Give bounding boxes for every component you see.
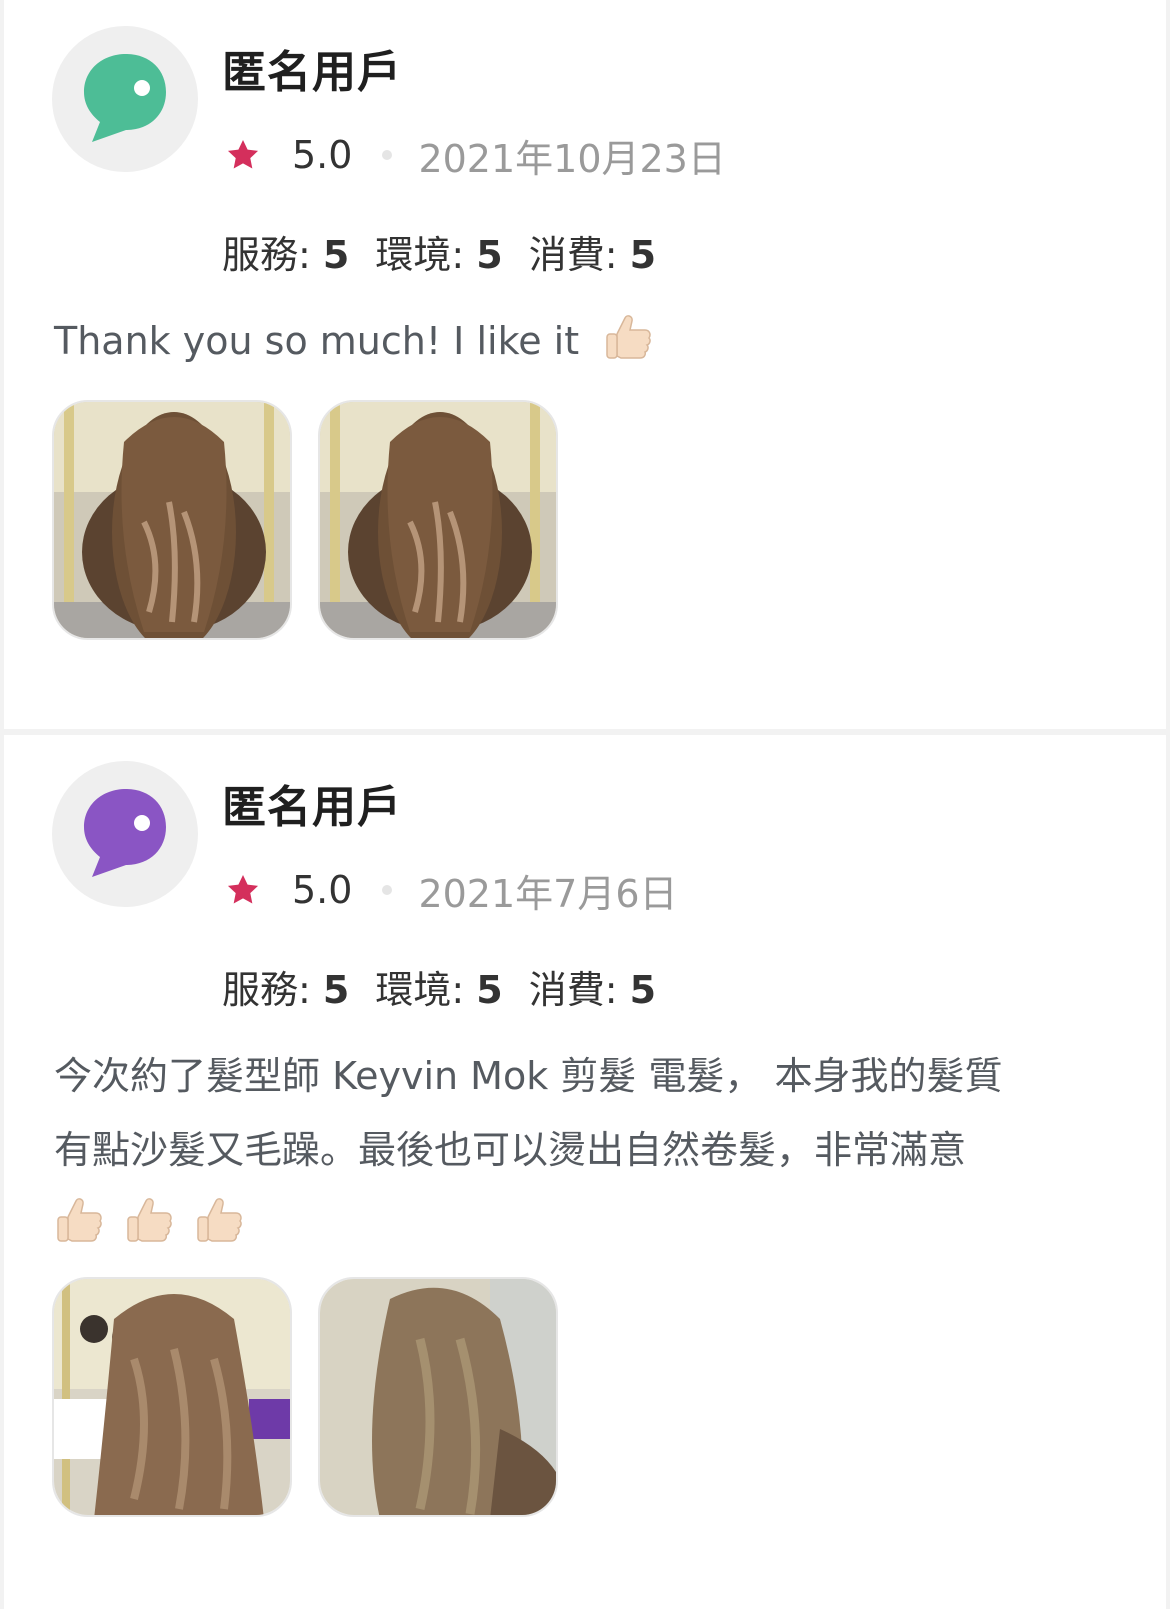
thumbs-up-icon — [606, 315, 652, 359]
thumbs-up-icon — [57, 1198, 102, 1242]
avatar — [52, 761, 198, 907]
thumbs-up-icon — [197, 1198, 242, 1242]
comment-line: 有點沙髮又毛躁。最後也可以燙出自然卷髮，非常滿意 — [54, 1128, 967, 1172]
reviews-page: 匿名用戶 5.0 2021年10月23日 服務: 5 環境: 5 消費: 5 T… — [0, 0, 1170, 1609]
chat-bubble-icon — [84, 789, 166, 877]
subscore-service: 服務: 5 — [222, 968, 350, 1012]
star-icon — [227, 874, 259, 904]
subscore-environment: 環境: 5 — [375, 968, 503, 1012]
subscore-environment: 環境: 5 — [375, 233, 503, 277]
rating-row: 5.0 2021年7月6日 — [224, 865, 678, 916]
review-card: 匿名用戶 5.0 2021年10月23日 服務: 5 環境: 5 消費: 5 T… — [4, 0, 1166, 729]
hair-photo — [54, 1279, 290, 1515]
review-photo[interactable] — [52, 400, 292, 640]
review-date: 2021年10月23日 — [418, 136, 726, 181]
subscore-service: 服務: 5 — [222, 233, 350, 277]
thumbs-up-icon — [127, 1198, 172, 1242]
avatar — [52, 26, 198, 172]
username: 匿名用戶 — [222, 47, 402, 98]
hair-photo — [320, 402, 556, 638]
review-date: 2021年7月6日 — [418, 871, 678, 916]
rating-score: 5.0 — [292, 868, 353, 912]
hair-photo — [320, 1279, 556, 1515]
review-comment: 今次約了髮型師 Keyvin Mok 剪髮 電髮， 本身我的髮質 有點沙髮又毛躁… — [54, 1039, 1144, 1261]
subscore-price: 消費: 5 — [528, 968, 657, 1012]
review-photo[interactable] — [52, 1277, 292, 1517]
comment-line: 今次約了髮型師 Keyvin Mok 剪髮 電髮， 本身我的髮質 — [54, 1054, 1003, 1098]
rating-score: 5.0 — [292, 133, 353, 177]
review-comment: Thank you so much! I like it — [54, 304, 1144, 378]
review-photo[interactable] — [318, 1277, 558, 1517]
subscores: 服務: 5 環境: 5 消費: 5 — [222, 224, 682, 279]
review-card: 匿名用戶 5.0 2021年7月6日 服務: 5 環境: 5 消費: 5 今次約… — [4, 735, 1166, 1609]
rating-row: 5.0 2021年10月23日 — [224, 130, 726, 181]
subscores: 服務: 5 環境: 5 消費: 5 — [222, 959, 682, 1014]
review-photo[interactable] — [318, 400, 558, 640]
separator-dot — [382, 150, 393, 160]
subscore-price: 消費: 5 — [528, 233, 657, 277]
hair-photo — [54, 402, 290, 638]
chat-bubble-icon — [84, 54, 166, 142]
emoji-row — [54, 1187, 1144, 1261]
comment-line: Thank you so much! I like it — [54, 319, 580, 363]
star-icon — [227, 139, 259, 169]
separator-dot — [382, 885, 393, 895]
username: 匿名用戶 — [222, 782, 402, 833]
